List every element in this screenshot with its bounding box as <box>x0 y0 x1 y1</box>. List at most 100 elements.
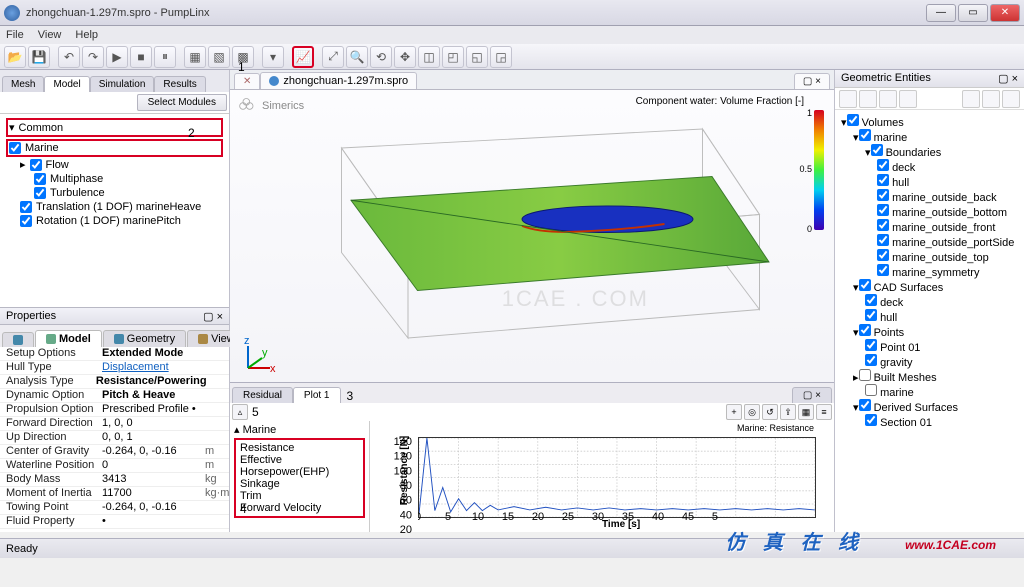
open-icon[interactable]: 📂 <box>4 46 26 68</box>
property-row[interactable]: Dynamic OptionPitch & Heave <box>0 389 229 403</box>
plot-button[interactable]: 📈 <box>292 46 314 68</box>
geom-node[interactable]: gravity <box>841 354 1018 369</box>
marine-checkbox[interactable] <box>9 142 21 154</box>
redo-icon[interactable]: ↷ <box>82 46 104 68</box>
geom-node[interactable]: ▾ Points <box>841 324 1018 339</box>
rotation-checkbox[interactable] <box>20 215 32 227</box>
tree-translation[interactable]: Translation (1 DOF) marineHeave <box>6 200 223 214</box>
tab-model[interactable]: Model <box>44 76 89 92</box>
hide-all-icon[interactable] <box>859 90 877 108</box>
plot-legend-icon[interactable]: ≡ <box>816 404 832 420</box>
property-row[interactable]: Body Mass3413kg <box>0 473 229 487</box>
tree-flow[interactable]: ▸Flow <box>6 157 223 172</box>
plot-item-fwdvel[interactable]: Forward Velocity <box>240 502 359 514</box>
filter-icon[interactable] <box>962 90 980 108</box>
vtab-pin[interactable]: ▢ × <box>794 73 830 89</box>
iso-icon[interactable]: ◲ <box>490 46 512 68</box>
menu-help[interactable]: Help <box>75 29 98 41</box>
geom-node[interactable]: deck <box>841 294 1018 309</box>
geom-node[interactable]: deck <box>841 159 1018 174</box>
pin-icon[interactable]: ▢ × <box>203 310 223 322</box>
turbulence-checkbox[interactable] <box>34 187 46 199</box>
tab-residual[interactable]: Residual <box>232 387 293 403</box>
geom-node[interactable]: marine_outside_front <box>841 219 1018 234</box>
isolate-icon[interactable] <box>879 90 897 108</box>
front-icon[interactable]: ◫ <box>418 46 440 68</box>
geom-node[interactable]: ▾ Derived Surfaces <box>841 399 1018 414</box>
geom-node[interactable]: marine_outside_top <box>841 249 1018 264</box>
multiphase-checkbox[interactable] <box>34 173 46 185</box>
zoom-box-icon[interactable]: 🔍 <box>346 46 368 68</box>
property-row[interactable]: Analysis TypeResistance/Powering <box>0 375 229 389</box>
save-icon[interactable]: 💾 <box>28 46 50 68</box>
plot-pin[interactable]: ▢ × <box>792 387 832 403</box>
flow-checkbox[interactable] <box>30 159 42 171</box>
dropdown-icon[interactable]: ▾ <box>262 46 284 68</box>
collapse-icon[interactable] <box>1002 90 1020 108</box>
geom-node[interactable]: Section 01 <box>841 414 1018 429</box>
pan-icon[interactable]: ✥ <box>394 46 416 68</box>
property-row[interactable]: Propulsion OptionPrescribed Profile • <box>0 403 229 417</box>
plot-zoom-icon[interactable]: + <box>726 404 742 420</box>
select-modules-button[interactable]: Select Modules <box>137 94 227 111</box>
plot-reset-icon[interactable]: ↺ <box>762 404 778 420</box>
property-row[interactable]: Hull TypeDisplacement <box>0 361 229 375</box>
property-row[interactable]: Up Direction0, 0, 1 <box>0 431 229 445</box>
tab-mesh[interactable]: Mesh <box>2 76 44 92</box>
vtab-file[interactable]: zhongchuan-1.297m.spro <box>260 72 417 89</box>
plot-canvas[interactable]: Marine: Resistance Resistance [N] Time [… <box>370 421 834 532</box>
tab-results[interactable]: Results <box>154 76 205 92</box>
geom-node[interactable]: ▸ Built Meshes <box>841 369 1018 384</box>
geom-node[interactable]: hull <box>841 309 1018 324</box>
maximize-button[interactable]: ▭ <box>958 4 988 22</box>
menu-view[interactable]: View <box>38 29 62 41</box>
geom-node[interactable]: marine_outside_back <box>841 189 1018 204</box>
pause-icon[interactable]: ⏸ <box>154 46 176 68</box>
color-icon[interactable] <box>899 90 917 108</box>
tree-rotation[interactable]: Rotation (1 DOF) marinePitch <box>6 214 223 228</box>
geom-node[interactable]: ▾ CAD Surfaces <box>841 279 1018 294</box>
expand-icon[interactable] <box>982 90 1000 108</box>
geom-node[interactable]: marine_outside_bottom <box>841 204 1018 219</box>
plot-add-button[interactable]: ▵ <box>232 404 248 420</box>
plot-tree-root[interactable]: ▴ Marine <box>234 423 365 436</box>
ptab-model[interactable]: Model <box>35 330 102 347</box>
tab-simulation[interactable]: Simulation <box>90 76 155 92</box>
plot-item-ehp[interactable]: Effective Horsepower(EHP) <box>240 454 359 478</box>
tree-multiphase[interactable]: Multiphase <box>6 172 223 186</box>
property-row[interactable]: Fluid Property• <box>0 515 229 529</box>
viewport-3d[interactable]: Simerics Component water: Volume Fractio… <box>230 90 834 382</box>
stop-icon[interactable]: ■ <box>130 46 152 68</box>
close-button[interactable]: ✕ <box>990 4 1020 22</box>
ptab-icon[interactable] <box>2 332 34 347</box>
property-row[interactable]: Towing Point-0.264, 0, -0.16 <box>0 501 229 515</box>
translation-checkbox[interactable] <box>20 201 32 213</box>
plot-item-trim[interactable]: Trim <box>240 490 359 502</box>
wire-icon[interactable]: ▧ <box>208 46 230 68</box>
plot-grid-icon[interactable]: ▦ <box>798 404 814 420</box>
mesh-icon[interactable]: ▦ <box>184 46 206 68</box>
geom-node[interactable]: marine_symmetry <box>841 264 1018 279</box>
top-icon[interactable]: ◰ <box>442 46 464 68</box>
play-icon[interactable]: ▶ <box>106 46 128 68</box>
plot-item-sinkage[interactable]: Sinkage <box>240 478 359 490</box>
geom-node[interactable]: ▾ Boundaries <box>841 144 1018 159</box>
geom-node[interactable]: ▾ Volumes <box>841 114 1018 129</box>
geom-node[interactable]: ▾ marine <box>841 129 1018 144</box>
property-row[interactable]: Center of Gravity-0.264, 0, -0.16m <box>0 445 229 459</box>
menu-file[interactable]: File <box>6 29 24 41</box>
tree-turbulence[interactable]: Turbulence <box>6 186 223 200</box>
property-row[interactable]: Setup OptionsExtended Mode <box>0 347 229 361</box>
plot-item-resistance[interactable]: Resistance <box>240 442 359 454</box>
property-row[interactable]: Waterline Position0m <box>0 459 229 473</box>
geom-node[interactable]: marine <box>841 384 1018 399</box>
rotate-icon[interactable]: ⟲ <box>370 46 392 68</box>
minimize-button[interactable]: — <box>926 4 956 22</box>
plot-target-icon[interactable]: ◎ <box>744 404 760 420</box>
geom-node[interactable]: marine_outside_portSide <box>841 234 1018 249</box>
property-row[interactable]: Forward Direction1, 0, 0 <box>0 417 229 431</box>
side-icon[interactable]: ◱ <box>466 46 488 68</box>
zoom-fit-icon[interactable]: ⤢ <box>322 46 344 68</box>
tree-marine[interactable]: Marine <box>6 139 223 157</box>
geom-node[interactable]: Point 01 <box>841 339 1018 354</box>
